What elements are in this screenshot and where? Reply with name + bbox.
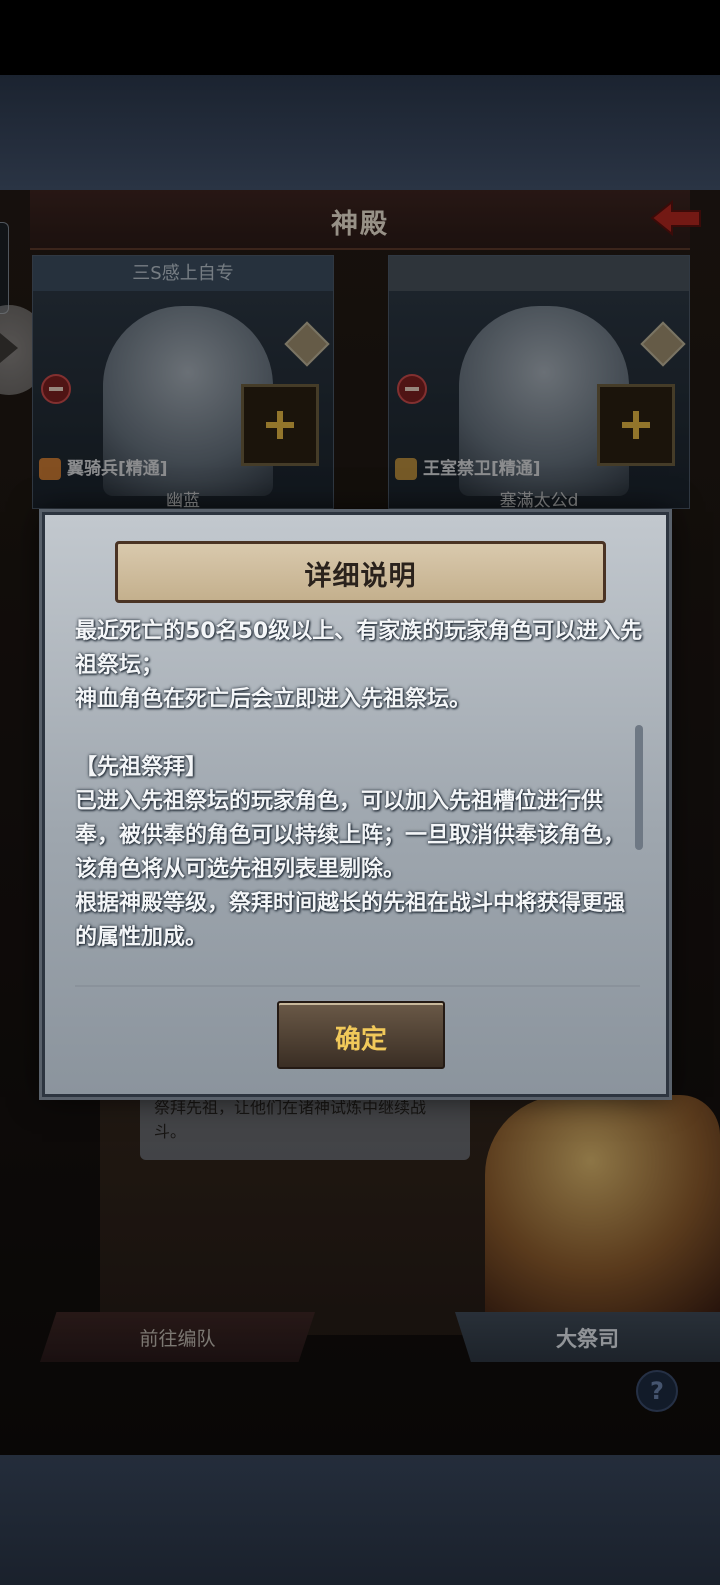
dialog-scrollbar[interactable] <box>635 725 643 850</box>
dialog-paragraph: 根据神殿等级，祭拜时间越长的先祖在战斗中将获得更强的属性加成。 <box>75 891 626 950</box>
dialog-divider <box>75 985 640 987</box>
dialog-paragraph: 已进入先祖祭坛的玩家角色，可以加入先祖槽位进行供奉，被供奉的角色可以持续上阵；一… <box>75 789 626 882</box>
bottom-band <box>0 1455 720 1585</box>
dialog-paragraph: 神血角色在死亡后会立即进入先祖祭坛。 <box>75 687 472 712</box>
confirm-button[interactable]: 确定 <box>277 1001 445 1069</box>
dialog-section-heading: 【先祖祭拜】 <box>75 755 208 780</box>
dialog-title-bar: 详细说明 <box>115 541 606 603</box>
dialog-text[interactable]: 最近死亡的50名50级以上、有家族的玩家角色可以进入先祖祭坛； 神血角色在死亡后… <box>75 615 645 975</box>
dialog-paragraph: 最近死亡的50名50级以上、有家族的玩家角色可以进入先祖祭坛； <box>75 619 643 678</box>
detail-dialog: 详细说明 最近死亡的50名50级以上、有家族的玩家角色可以进入先祖祭坛； 神血角… <box>42 512 669 1097</box>
confirm-label: 确定 <box>334 1025 387 1055</box>
dialog-spacer <box>75 717 645 751</box>
dialog-title: 详细说明 <box>304 561 417 592</box>
top-band <box>0 75 720 190</box>
